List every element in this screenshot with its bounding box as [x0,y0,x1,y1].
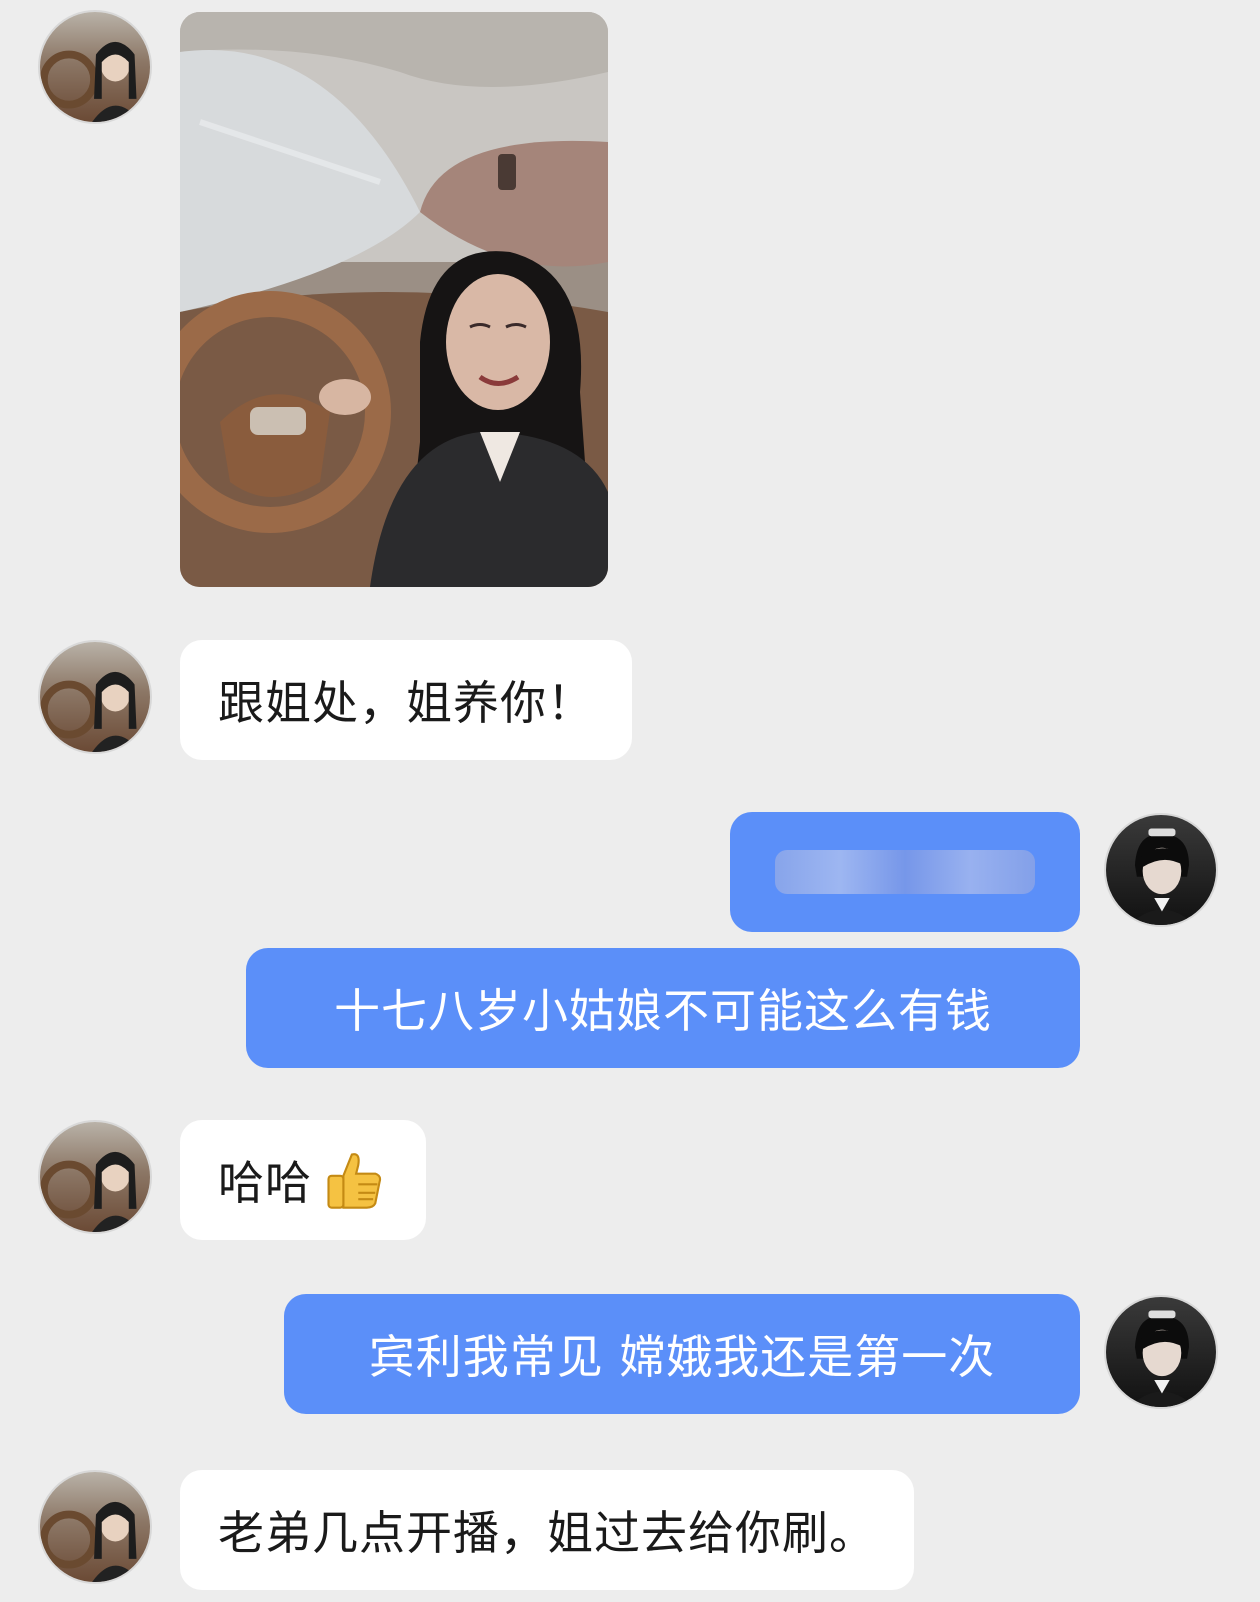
sister-avatar[interactable] [38,1120,152,1234]
message-text: 十七八岁小姑娘不可能这么有钱 [334,984,992,1038]
sister-avatar[interactable] [38,1470,152,1584]
message-bubble[interactable]: 宾利我常见 嫦娥我还是第一次 [284,1294,1080,1414]
sister-avatar[interactable] [38,640,152,754]
message-text: 跟姐处，姐养你！ [218,676,594,730]
message-text: 老弟几点开播，姐过去给你刷。 [218,1506,876,1560]
sister-avatar[interactable] [38,10,152,124]
message-bubble[interactable]: 跟姐处，姐养你！ [180,640,632,760]
message-bubble-blurred[interactable] [730,812,1080,932]
message-bubble[interactable]: 老弟几点开播，姐过去给你刷。 [180,1470,914,1590]
my-avatar[interactable] [1104,1295,1218,1409]
my-avatar[interactable] [1104,813,1218,927]
message-text: 哈哈 [218,1156,312,1210]
message-bubble[interactable]: 哈哈 [180,1120,426,1240]
thumbs-up-icon [320,1146,388,1214]
message-text: 宾利我常见 嫦娥我还是第一次 [368,1330,996,1384]
blurred-text [768,812,1042,932]
car-selfie-image[interactable] [180,12,608,587]
message-bubble[interactable]: 十七八岁小姑娘不可能这么有钱 [246,948,1080,1068]
